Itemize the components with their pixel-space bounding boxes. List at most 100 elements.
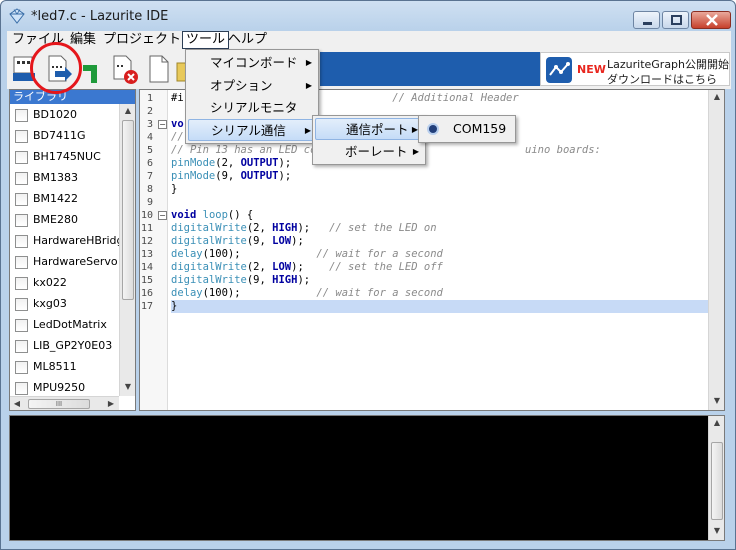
menu-item-baud-rate[interactable]: ボーレート ▶ (315, 141, 423, 163)
menu-help[interactable]: ヘルプ (225, 31, 270, 49)
library-checkbox[interactable] (15, 109, 28, 122)
library-item[interactable]: LIB_GP2Y0E03 (15, 336, 119, 357)
library-item[interactable]: BME280 (15, 210, 119, 231)
lazurite-graph-ad[interactable]: NEW LazuriteGraph公開開始 ダウンロードはこちら (540, 52, 730, 86)
menu-item-serial-monitor[interactable]: シリアルモニタ (188, 97, 316, 119)
library-checkbox[interactable] (15, 193, 28, 206)
close-button[interactable] (691, 11, 731, 29)
fold-toggle-icon[interactable]: − (158, 211, 167, 220)
code-line[interactable]: digitalWrite(2, HIGH); // set the LED on (171, 222, 709, 235)
code-line[interactable] (171, 196, 709, 209)
library-item[interactable]: BH1745NUC (15, 147, 119, 168)
code-line[interactable]: delay(100); // wait for a second (171, 287, 709, 300)
console-scroll-down-icon[interactable]: ▼ (712, 526, 722, 536)
console-scroll-thumb[interactable] (711, 442, 723, 520)
code-line[interactable]: digitalWrite(2, LOW); // set the LED off (171, 261, 709, 274)
library-checkbox[interactable] (15, 151, 28, 164)
library-item[interactable]: BD7411G (15, 126, 119, 147)
library-item[interactable]: HardwareServo (15, 252, 119, 273)
new-file-button[interactable] (145, 53, 173, 85)
console-scrollbar[interactable]: ▲ ▼ (708, 416, 724, 540)
line-number: 13 (140, 249, 153, 260)
code-token: (2, (246, 222, 273, 234)
code-token: digitalWrite (171, 222, 247, 234)
line-number: 5 (146, 145, 153, 156)
library-checkbox[interactable] (15, 382, 28, 395)
library-checkbox[interactable] (15, 172, 28, 185)
library-checkbox[interactable] (15, 277, 28, 290)
port-submenu: COM159 (418, 115, 516, 143)
code-token: void (171, 209, 197, 221)
library-item[interactable]: LedDotMatrix (15, 315, 119, 336)
menu-tools[interactable]: ツール (182, 31, 230, 49)
line-number: 12 (140, 236, 153, 247)
code-token: } (171, 183, 178, 195)
code-line[interactable]: digitalWrite(9, HIGH); (171, 274, 709, 287)
code-line[interactable]: pinMode(9, OUTPUT); (171, 170, 709, 183)
menu-project[interactable]: プロジェクト (100, 31, 184, 49)
library-item-label: kx022 (33, 276, 67, 289)
console-scroll-up-icon[interactable]: ▲ (712, 418, 722, 428)
code-line[interactable]: } (171, 300, 709, 313)
code-line[interactable]: digitalWrite(9, LOW); (171, 235, 709, 248)
library-item[interactable]: BD1020 (15, 105, 119, 126)
library-item[interactable]: MPU9250 (15, 378, 119, 396)
code-line[interactable]: // Pin 13 has an LED co uino boards: (171, 144, 709, 157)
menu-item-options[interactable]: オプション ▶ (188, 75, 316, 97)
editor-scroll-up-icon[interactable]: ▲ (712, 92, 722, 102)
library-item-label: kxg03 (33, 297, 67, 310)
minimize-button[interactable] (633, 11, 660, 29)
menu-item-com-port[interactable]: COM159 (421, 118, 513, 140)
editor-scroll-down-icon[interactable]: ▼ (712, 396, 722, 406)
output-console[interactable]: ▲ ▼ (9, 415, 725, 541)
scroll-thumb[interactable] (122, 120, 134, 300)
library-checkbox[interactable] (15, 298, 28, 311)
code-token: // set the LED off (329, 261, 443, 273)
code-line[interactable]: delay(100); // wait for a second (171, 248, 709, 261)
scroll-left-icon[interactable]: ◀ (12, 399, 22, 409)
library-checkbox[interactable] (15, 319, 28, 332)
stop-button[interactable] (111, 53, 139, 85)
library-item[interactable]: BM1383 (15, 168, 119, 189)
code-token: (9, (215, 170, 241, 182)
editor-vertical-scrollbar[interactable]: ▲ ▼ (708, 90, 724, 410)
library-checkbox[interactable] (15, 130, 28, 143)
code-token: pinMode (171, 157, 216, 169)
library-checkbox[interactable] (15, 340, 28, 353)
menu-item-serial-communication[interactable]: シリアル通信 ▶ (188, 119, 316, 141)
code-line[interactable]: void loop() { (171, 209, 709, 222)
line-number: 10 (140, 210, 153, 221)
scroll-right-icon[interactable]: ▶ (106, 399, 116, 409)
scroll-up-icon[interactable]: ▲ (123, 106, 133, 116)
hscroll-thumb[interactable]: III (28, 399, 90, 409)
library-checkbox[interactable] (15, 235, 28, 248)
code-token: ); (297, 222, 330, 234)
library-item[interactable]: kxg03 (15, 294, 119, 315)
library-checkbox[interactable] (15, 256, 28, 269)
maximize-button[interactable] (662, 11, 689, 29)
menu-item-label: ボーレート (345, 144, 408, 159)
library-item[interactable]: HardwareHBridge (15, 231, 119, 252)
library-item[interactable]: kx022 (15, 273, 119, 294)
code-token: digitalWrite (171, 274, 247, 286)
menu-item-microcontroller-board[interactable]: マイコンボード ▶ (188, 52, 316, 74)
library-item-label: HardwareServo (33, 255, 118, 268)
library-horizontal-scrollbar[interactable]: ◀ III ▶ (10, 396, 119, 410)
library-list: BD1020 BD7411G BH1745NUC BM1383 BM1422 BME280… (10, 104, 119, 396)
code-line[interactable]: } (171, 183, 709, 196)
library-item-label: BM1383 (33, 171, 79, 184)
code-token: HIGH (272, 274, 298, 286)
fold-toggle-icon[interactable]: − (158, 120, 167, 129)
library-item[interactable]: BM1422 (15, 189, 119, 210)
library-vertical-scrollbar[interactable]: ▲ ▼ (119, 104, 135, 396)
menu-edit[interactable]: 編集 (67, 31, 99, 49)
code-token: digitalWrite (171, 235, 247, 247)
menu-item-comm-port[interactable]: 通信ポート ▶ (315, 118, 423, 140)
reset-button[interactable] (79, 53, 107, 85)
library-item[interactable]: ML8511 (15, 357, 119, 378)
code-line[interactable]: pinMode(2, OUTPUT); (171, 157, 709, 170)
scroll-down-icon[interactable]: ▼ (123, 382, 133, 392)
diamond-app-icon (9, 8, 25, 24)
library-checkbox[interactable] (15, 214, 28, 227)
library-checkbox[interactable] (15, 361, 28, 374)
